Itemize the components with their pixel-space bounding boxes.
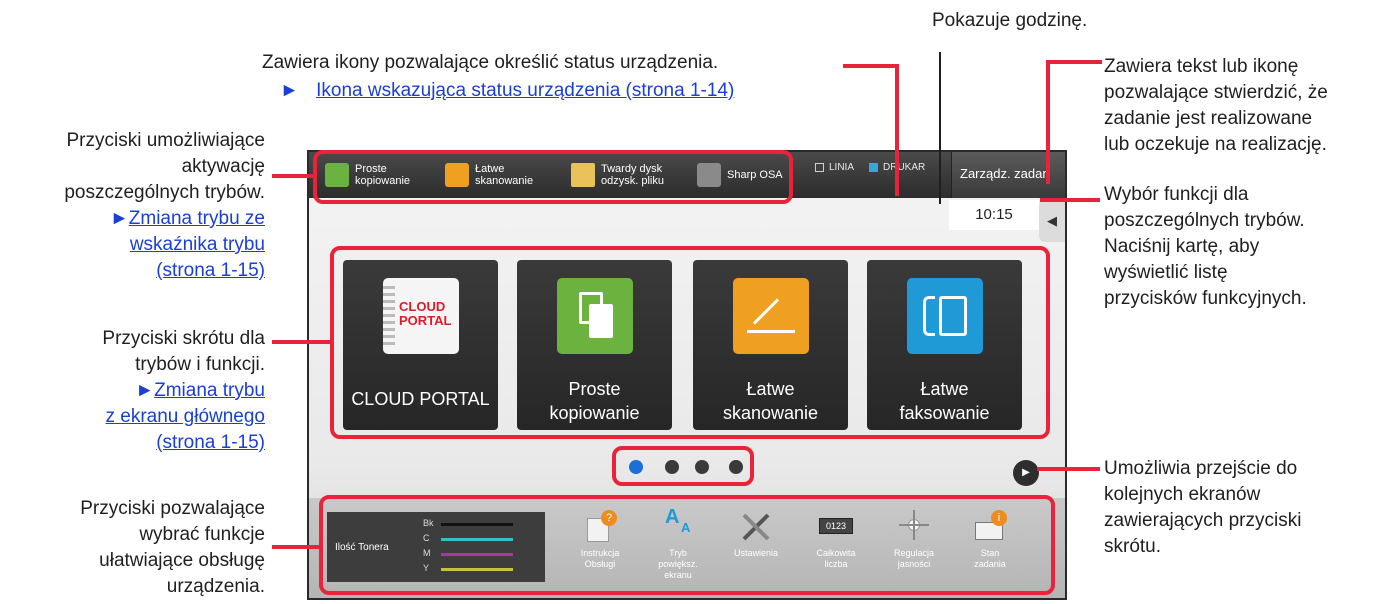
status-icons-link[interactable]: Ikona wskazująca status urządzenia (stro…	[316, 80, 734, 101]
link-arrow: ►	[135, 380, 155, 401]
link-arrow: ►	[109, 208, 129, 229]
next-screen-button[interactable]: ▶	[1013, 460, 1039, 486]
function-note-line: przycisków funkcyjnych.	[1104, 288, 1307, 309]
connector-line	[843, 64, 899, 68]
job-note-line: pozwalające stwierdzić, że	[1104, 82, 1328, 103]
clock-display: 10:15	[949, 200, 1039, 230]
next-note-line: Umożliwia przejście do	[1104, 458, 1298, 479]
line-status-icon	[815, 163, 824, 172]
helper-note-line: wybrać funkcje	[139, 524, 265, 545]
mode-note-line: poszczególnych trybów.	[64, 182, 265, 203]
mode-link-line[interactable]: wskaźnika trybu	[130, 234, 265, 255]
job-note-line: zadanie jest realizowane	[1104, 108, 1313, 129]
mode-link-line[interactable]: Zmiana trybu ze	[129, 208, 265, 229]
page-dots-highlight	[612, 446, 754, 486]
function-note-line: poszczególnych trybów.	[1104, 210, 1305, 231]
clock-note: Pokazuje godzinę.	[932, 10, 1088, 31]
next-note-line: skrótu.	[1104, 536, 1162, 557]
bottom-bar-highlight	[319, 495, 1055, 595]
printer-status-icon	[869, 163, 878, 172]
helper-note: Przyciski pozwalające wybrać funkcje uła…	[0, 496, 265, 600]
status-line: LINIA	[815, 162, 854, 173]
status-label: DRUKAR	[883, 162, 926, 173]
job-note: Zawiera tekst lub ikonę pozwalające stwi…	[1104, 54, 1328, 158]
helper-note-line: Przyciski pozwalające	[80, 498, 265, 519]
shortcut-link-line[interactable]: z ekranu głównego	[106, 406, 266, 427]
helper-note-line: ułatwiające obsługę	[99, 550, 265, 571]
helper-note-line: urządzenia.	[166, 576, 265, 597]
status-label: LINIA	[829, 162, 855, 173]
mode-link-line[interactable]: (strona 1-15)	[156, 260, 265, 281]
connector-line	[1046, 60, 1050, 184]
connector-line	[272, 545, 321, 549]
connector-line	[895, 64, 899, 196]
function-tab-note: Wybór funkcji dla poszczególnych trybów.…	[1104, 182, 1307, 312]
connector-line	[1040, 198, 1100, 202]
shortcut-note-line: Przyciski skrótu dla	[102, 328, 265, 349]
mode-buttons-note: Przyciski umożliwiające aktywację poszcz…	[0, 128, 265, 284]
connector-line	[272, 174, 315, 178]
shortcuts-highlight	[330, 246, 1050, 439]
status-icons-note: Zawiera ikony pozwalające określić statu…	[262, 52, 719, 73]
connector-line	[939, 52, 941, 204]
function-tab-button[interactable]: ◀	[1039, 200, 1065, 242]
shortcut-link-line[interactable]: Zmiana trybu	[154, 380, 265, 401]
mode-bar-highlight	[313, 150, 793, 204]
shortcut-note-line: trybów i funkcji.	[135, 354, 265, 375]
function-note-line: Wybór funkcji dla	[1104, 184, 1249, 205]
next-note-line: kolejnych ekranów	[1104, 484, 1261, 505]
job-note-line: Zawiera tekst lub ikonę	[1104, 56, 1299, 77]
next-note: Umożliwia przejście do kolejnych ekranów…	[1104, 456, 1301, 560]
next-note-line: zawierających przyciski	[1104, 510, 1302, 531]
connector-line	[1046, 60, 1102, 64]
link-arrow: ►	[280, 80, 299, 101]
status-icons-link-row: ► Ikona wskazująca status urządzenia (st…	[280, 78, 734, 104]
function-note-line: Naciśnij kartę, aby	[1104, 236, 1260, 257]
connector-line	[1037, 467, 1100, 471]
mode-note-line: aktywację	[181, 156, 265, 177]
job-note-line: lub oczekuje na realizację.	[1104, 134, 1327, 155]
mode-note-line: Przyciski umożliwiające	[66, 130, 266, 151]
connector-line	[272, 340, 332, 344]
shortcut-link-line[interactable]: (strona 1-15)	[156, 432, 265, 453]
shortcut-note: Przyciski skrótu dla trybów i funkcji. ►…	[0, 326, 265, 456]
function-note-line: wyświetlić listę	[1104, 262, 1228, 283]
